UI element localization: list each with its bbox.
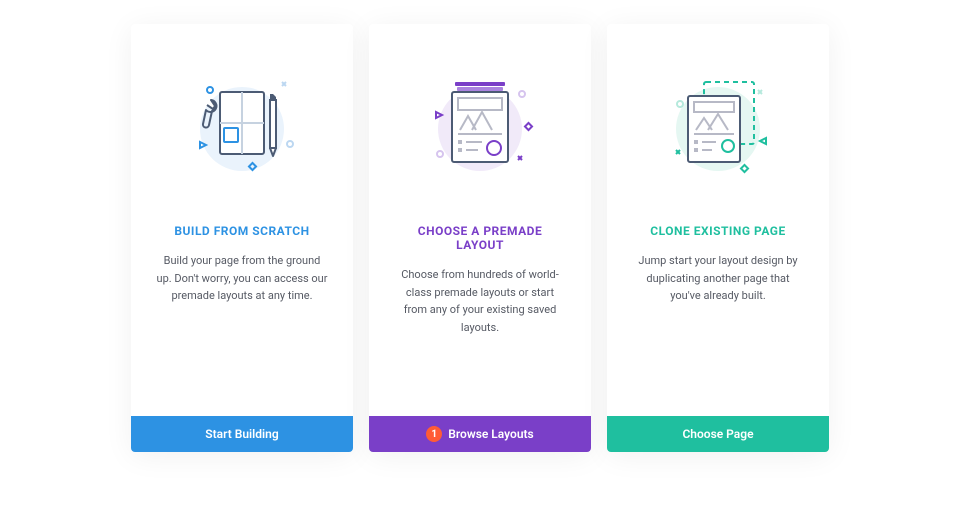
- browse-layouts-button[interactable]: 1 Browse Layouts: [369, 416, 591, 452]
- button-label: Browse Layouts: [448, 427, 533, 441]
- choose-page-button[interactable]: Choose Page: [607, 416, 829, 452]
- card-body: CLONE EXISTING PAGE Jump start your layo…: [607, 224, 829, 416]
- clone-page-icon: [638, 44, 798, 204]
- illustration-premade-layout: [369, 24, 591, 224]
- button-label: Choose Page: [682, 427, 753, 441]
- button-label: Start Building: [205, 427, 278, 441]
- start-building-button[interactable]: Start Building: [131, 416, 353, 452]
- card-body: BUILD FROM SCRATCH Build your page from …: [131, 224, 353, 416]
- option-cards: BUILD FROM SCRATCH Build your page from …: [131, 24, 829, 452]
- card-desc: Build your page from the ground up. Don'…: [155, 252, 329, 305]
- card-build-from-scratch: BUILD FROM SCRATCH Build your page from …: [131, 24, 353, 452]
- card-clone-existing-page: CLONE EXISTING PAGE Jump start your layo…: [607, 24, 829, 452]
- card-title: CHOOSE A PREMADE LAYOUT: [393, 224, 567, 252]
- illustration-build-from-scratch: [131, 24, 353, 224]
- card-choose-premade-layout: CHOOSE A PREMADE LAYOUT Choose from hund…: [369, 24, 591, 452]
- card-desc: Choose from hundreds of world-class prem…: [393, 266, 567, 336]
- illustration-clone-page: [607, 24, 829, 224]
- card-desc: Jump start your layout design by duplica…: [631, 252, 805, 305]
- card-title: CLONE EXISTING PAGE: [650, 224, 785, 238]
- card-body: CHOOSE A PREMADE LAYOUT Choose from hund…: [369, 224, 591, 416]
- notification-badge: 1: [426, 426, 442, 442]
- card-title: BUILD FROM SCRATCH: [174, 224, 309, 238]
- build-from-scratch-icon: [162, 44, 322, 204]
- premade-layout-icon: [400, 44, 560, 204]
